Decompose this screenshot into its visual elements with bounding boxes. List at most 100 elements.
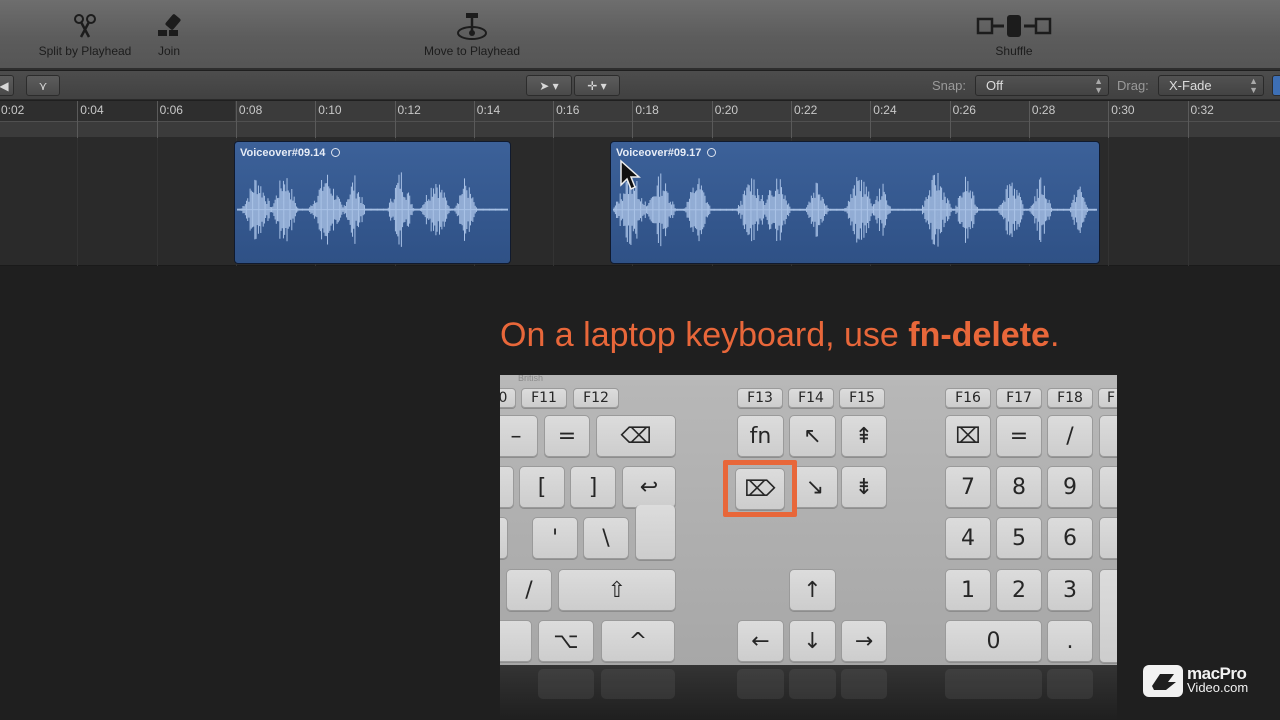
ruler-tick-label: 0:20 (714, 103, 739, 117)
catch-button[interactable]: ◀ (0, 75, 14, 96)
edge-button[interactable] (1272, 75, 1280, 96)
key-page-down: ⇟ (841, 466, 887, 508)
ruler-tick (315, 101, 317, 138)
editor-subbar: ◀ ⋎ ➤ ▾ ✛ ▾ Snap: Off ▲ ▼ Drag: X-Fade ▲ ▼ (0, 71, 1280, 100)
playhead-icon (420, 10, 524, 42)
updown-icon: ▲ ▼ (1249, 76, 1258, 95)
key-num-equals: = (996, 415, 1042, 457)
join-button[interactable]: Join (146, 10, 192, 58)
logo-line-2: Video.com (1187, 680, 1249, 695)
key-num-0: 0 (945, 620, 1042, 662)
key-f12: F12 (573, 388, 619, 408)
drag-select[interactable]: X-Fade ▲ ▼ (1158, 75, 1264, 96)
glue-icon (146, 10, 192, 42)
key-bracket-open: [ (519, 466, 565, 508)
key-num-1: 1 (945, 569, 991, 611)
ruler-tick (394, 101, 396, 138)
forward-delete-highlight (723, 460, 797, 517)
split-by-playhead-button[interactable]: Split by Playhead (36, 10, 134, 58)
waveform (237, 172, 508, 247)
loop-icon (331, 148, 341, 157)
key-down: ↓ (789, 620, 836, 662)
key-shift: ⇧ (558, 569, 676, 611)
marquee-tool-menu[interactable]: ✛ ▾ (574, 75, 620, 96)
key-fn: fn (737, 415, 784, 457)
ruler-divider (0, 121, 1280, 122)
key-bracket-close: ] (570, 466, 616, 508)
ruler-tick (632, 101, 634, 138)
snap-label: Snap: (932, 78, 966, 93)
grid-line (1108, 138, 1110, 266)
grid-line (1187, 138, 1189, 266)
shuffle-label: Shuffle (995, 44, 1033, 58)
key-f10: 0 (500, 388, 516, 408)
grid-line (156, 138, 158, 266)
key-num-4: 4 (945, 517, 991, 559)
ruler-tick (711, 101, 713, 138)
key-f15: F15 (839, 388, 885, 408)
waveform (613, 172, 1097, 247)
macprovideo-logo-icon (1143, 665, 1183, 697)
key-semicolon: ; (500, 517, 508, 559)
key-up: ↑ (789, 569, 836, 611)
ruler-tick (1108, 101, 1110, 138)
key-num-9: 9 (1047, 466, 1093, 508)
shuffle-button[interactable]: Shuffle (972, 10, 1056, 58)
key-num-8: 8 (996, 466, 1042, 508)
logo-line-1: macPro (1187, 664, 1247, 683)
ruler-tick-label: 0:24 (873, 103, 897, 117)
timeline-ruler[interactable]: 0:02 0:04 0:06 0:08 0:10 0:12 0:14 0:16 0:18 0:20… (0, 101, 1280, 138)
ruler-tick-label: 0:06 (159, 103, 183, 117)
audio-region-2[interactable]: Voiceover#09.17 (610, 141, 1100, 264)
move-to-playhead-button[interactable]: Move to Playhead (420, 10, 524, 58)
key-slash: / (506, 569, 552, 611)
ruler-tick (1187, 101, 1189, 138)
pointer-tool-menu[interactable]: ➤ ▾ (526, 75, 572, 96)
key-delete: ⌫ (596, 415, 676, 457)
key-clear: ⌧ (945, 415, 991, 457)
grid-line (553, 138, 555, 266)
keyboard-reflection (500, 665, 1117, 720)
key-equals: = (544, 415, 590, 457)
key-num-star (1099, 415, 1117, 457)
key-end: ↘ (792, 466, 838, 508)
mouse-pointer-icon (620, 159, 641, 191)
key-right: → (841, 620, 887, 662)
macprovideo-logo: macPro Video.com (1143, 664, 1261, 698)
ruler-tick (870, 101, 872, 138)
ruler-tick (156, 101, 158, 138)
key-num-plus (1099, 517, 1117, 559)
crosshair-icon: ✛ ▾ (587, 78, 607, 93)
keyboard-diagram: British 0 F11 F12 F13 F14 F15 F16 F17 F1… (500, 375, 1117, 665)
key-home: ↖ (789, 415, 836, 457)
key-f17: F17 (996, 388, 1042, 408)
loop-icon (707, 148, 717, 157)
filter-icon: ⋎ (38, 78, 48, 93)
region-name: Voiceover#09.14 (240, 147, 341, 159)
ruler-tick (1028, 101, 1030, 138)
keyboard-layout-label: British (518, 375, 544, 383)
join-label: Join (157, 44, 180, 58)
snap-select[interactable]: Off ▲ ▼ (975, 75, 1109, 96)
updown-icon: ▲ ▼ (1094, 76, 1103, 95)
key-num-5: 5 (996, 517, 1042, 559)
audio-track-lane[interactable]: Voiceover#09.14 Voiceover#09.17 (0, 138, 1280, 266)
audio-region-1[interactable]: Voiceover#09.14 (234, 141, 511, 264)
key-backslash: \ (583, 517, 629, 559)
key-f11: F11 (521, 388, 567, 408)
key-num-enter (1099, 569, 1117, 663)
split-by-playhead-label: Split by Playhead (38, 44, 132, 58)
key-num-6: 6 (1047, 517, 1093, 559)
ruler-tick-label: 0:22 (794, 103, 818, 117)
key-quote: ' (532, 517, 578, 559)
ruler-tick-label: 0:14 (476, 103, 501, 117)
key-p (500, 466, 514, 508)
ruler-tick-label: 0:18 (635, 103, 659, 117)
caption-emphasis: fn-delete (908, 316, 1050, 354)
pointer-icon: ➤ ▾ (539, 78, 559, 93)
filter-button[interactable]: ⋎ (26, 75, 60, 96)
ruler-tick-label: 0:16 (556, 103, 580, 117)
drag-value: X-Fade (1169, 78, 1212, 93)
key-page-up: ⇞ (841, 415, 887, 457)
key-num-7: 7 (945, 466, 991, 508)
